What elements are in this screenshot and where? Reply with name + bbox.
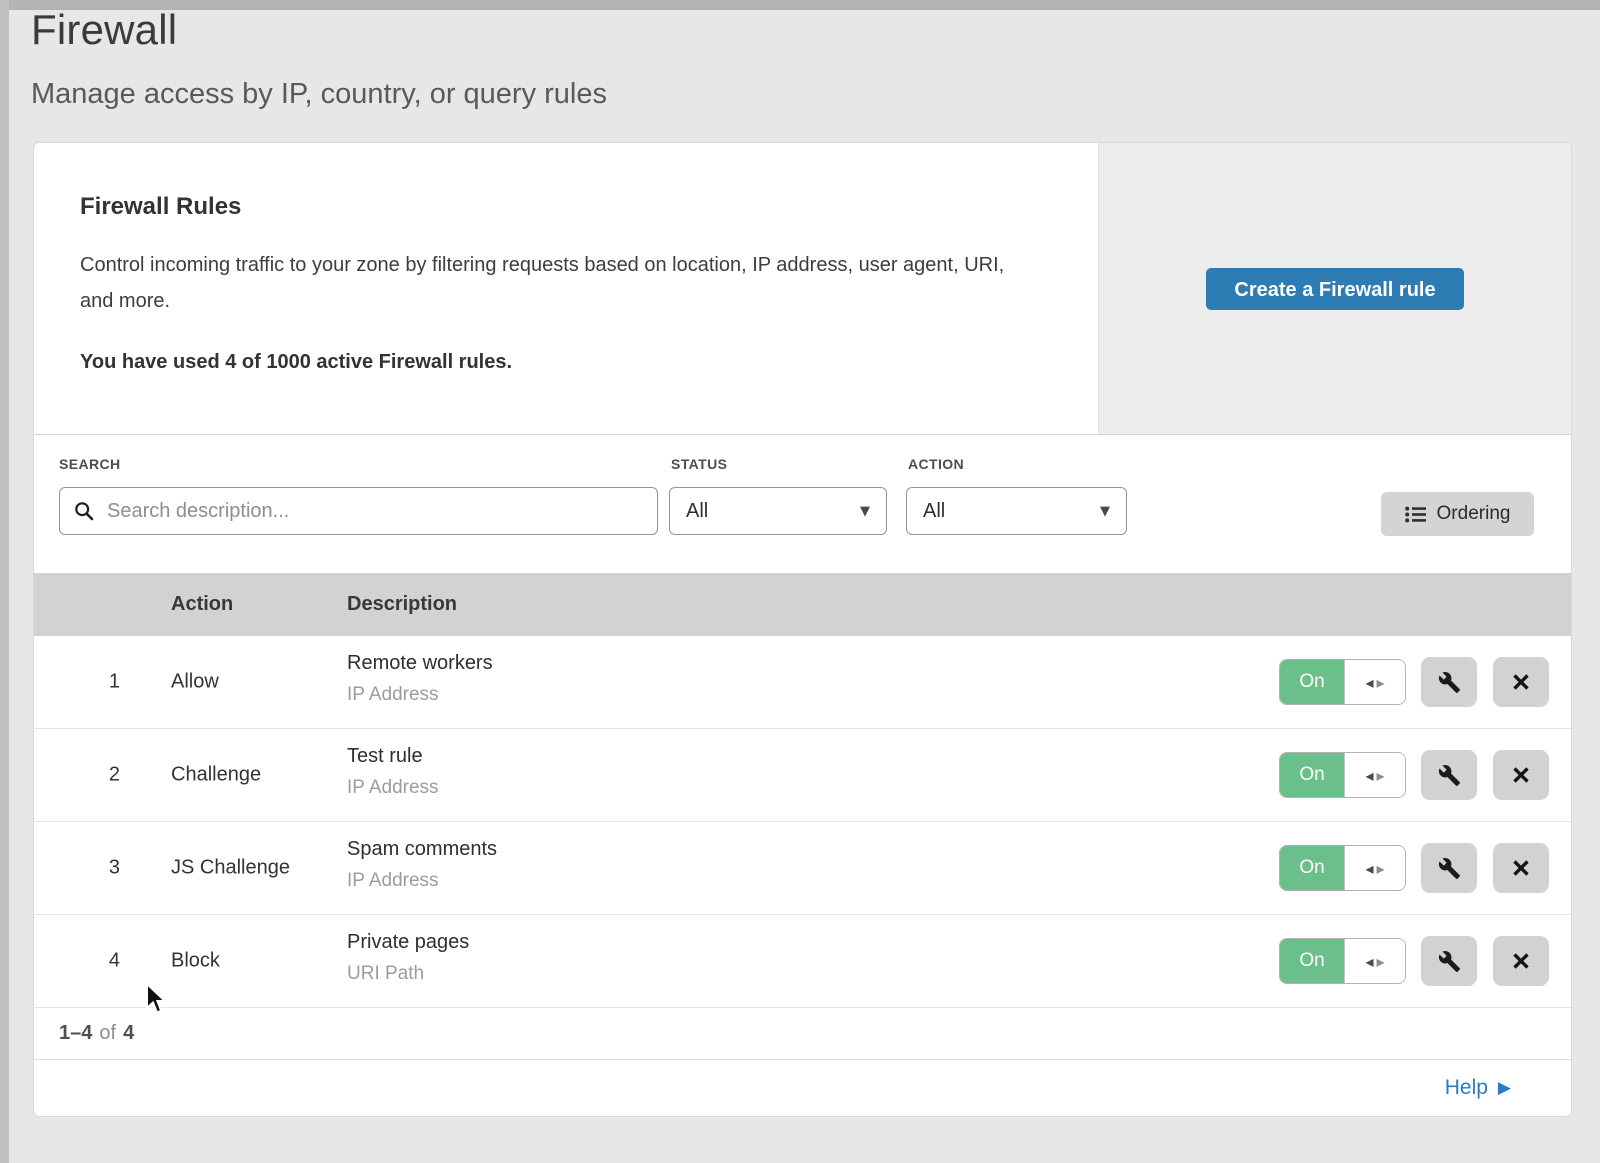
rule-description: Private pages (347, 931, 469, 954)
help-arrow-icon: ▶ (1498, 1078, 1511, 1098)
caret-left-icon: ◂ (1365, 673, 1373, 692)
status-select[interactable]: All ▼ (669, 487, 887, 535)
caret-left-icon: ◂ (1365, 859, 1373, 878)
rule-action: Challenge (171, 764, 261, 787)
chevron-down-icon: ▼ (860, 504, 870, 519)
pagination-total: 4 (123, 1022, 134, 1045)
toggle-handle[interactable]: ◂▸ (1344, 660, 1405, 704)
toggle-on-segment[interactable]: On (1280, 846, 1344, 890)
search-field[interactable] (59, 487, 658, 535)
rule-enable-toggle[interactable]: On ◂▸ (1279, 938, 1406, 984)
caret-right-icon: ▸ (1377, 766, 1385, 785)
column-header-description: Description (347, 593, 457, 616)
toggle-on-segment[interactable]: On (1280, 939, 1344, 983)
rule-number: 3 (94, 857, 120, 880)
wrench-icon (1438, 950, 1461, 973)
rule-description: Remote workers (347, 652, 493, 675)
create-firewall-rule-button[interactable]: Create a Firewall rule (1206, 268, 1463, 310)
rule-action: JS Challenge (171, 857, 290, 880)
search-input[interactable] (105, 499, 643, 524)
rule-match-type: IP Address (347, 870, 497, 892)
toggle-on-segment[interactable]: On (1280, 753, 1344, 797)
table-row: 1 Allow Remote workers IP Address On ◂▸ (34, 636, 1571, 729)
pagination: 1–4 of 4 (34, 1008, 1571, 1060)
caret-left-icon: ◂ (1365, 766, 1373, 785)
chevron-down-icon: ▼ (1100, 504, 1110, 519)
table-row: 2 Challenge Test rule IP Address On ◂▸ (34, 729, 1571, 822)
ordered-list-icon (1405, 506, 1426, 523)
rule-description-cell: Spam comments IP Address (347, 838, 497, 892)
rule-description-cell: Test rule IP Address (347, 745, 439, 799)
edit-rule-button[interactable] (1421, 750, 1477, 800)
wrench-icon (1438, 671, 1461, 694)
window-edge-left (0, 0, 9, 1163)
search-label: SEARCH (59, 456, 121, 472)
edit-rule-button[interactable] (1421, 936, 1477, 986)
close-icon (1511, 672, 1531, 692)
column-header-action: Action (171, 593, 347, 616)
delete-rule-button[interactable] (1493, 936, 1549, 986)
rule-number: 4 (94, 950, 120, 973)
rule-description-cell: Remote workers IP Address (347, 652, 493, 706)
toggle-on-segment[interactable]: On (1280, 660, 1344, 704)
close-icon (1511, 765, 1531, 785)
rule-action: Block (171, 950, 220, 973)
status-label: STATUS (671, 456, 727, 472)
intro-section: Firewall Rules Control incoming traffic … (34, 143, 1571, 434)
rule-number: 1 (94, 671, 120, 694)
caret-left-icon: ◂ (1365, 952, 1373, 971)
table-header-row: Action Description (34, 573, 1571, 636)
pagination-of: of (99, 1022, 116, 1045)
delete-rule-button[interactable] (1493, 843, 1549, 893)
edit-rule-button[interactable] (1421, 657, 1477, 707)
rule-match-type: URI Path (347, 963, 469, 985)
firewall-rules-heading: Firewall Rules (80, 193, 1038, 221)
wrench-icon (1438, 764, 1461, 787)
help-link[interactable]: Help ▶ (1445, 1076, 1511, 1100)
status-select-value: All (686, 500, 708, 523)
help-link-label: Help (1445, 1076, 1488, 1100)
create-rule-panel: Create a Firewall rule (1098, 143, 1571, 434)
action-select-value: All (923, 500, 945, 523)
edit-rule-button[interactable] (1421, 843, 1477, 893)
filters-bar: SEARCH STATUS All ▼ ACTION All ▼ (34, 434, 1571, 573)
action-label: ACTION (908, 456, 964, 472)
rule-action: Allow (171, 671, 219, 694)
wrench-icon (1438, 857, 1461, 880)
rule-match-type: IP Address (347, 684, 493, 706)
rule-match-type: IP Address (347, 777, 439, 799)
search-icon (74, 501, 94, 521)
table-row: 3 JS Challenge Spam comments IP Address … (34, 822, 1571, 915)
ordering-button[interactable]: Ordering (1381, 492, 1534, 536)
caret-right-icon: ▸ (1377, 859, 1385, 878)
action-select[interactable]: All ▼ (906, 487, 1127, 535)
rule-description: Spam comments (347, 838, 497, 861)
toggle-handle[interactable]: ◂▸ (1344, 939, 1405, 983)
table-row: 4 Block Private pages URI Path On ◂▸ (34, 915, 1571, 1008)
delete-rule-button[interactable] (1493, 657, 1549, 707)
caret-right-icon: ▸ (1377, 952, 1385, 971)
card-footer: Help ▶ (34, 1060, 1571, 1115)
firewall-rules-card: Firewall Rules Control incoming traffic … (33, 142, 1572, 1117)
ordering-button-label: Ordering (1437, 503, 1511, 525)
close-icon (1511, 858, 1531, 878)
intro-text-block: Firewall Rules Control incoming traffic … (34, 143, 1098, 434)
rules-description: Control incoming traffic to your zone by… (80, 247, 1030, 319)
page-subtitle: Manage access by IP, country, or query r… (31, 78, 607, 111)
rule-number: 2 (94, 764, 120, 787)
pagination-range: 1–4 (59, 1022, 92, 1045)
page-title: Firewall (31, 6, 607, 54)
rules-usage-count: You have used 4 of 1000 active Firewall … (80, 351, 1038, 374)
rule-enable-toggle[interactable]: On ◂▸ (1279, 659, 1406, 705)
rule-enable-toggle[interactable]: On ◂▸ (1279, 752, 1406, 798)
delete-rule-button[interactable] (1493, 750, 1549, 800)
rule-description-cell: Private pages URI Path (347, 931, 469, 985)
rule-enable-toggle[interactable]: On ◂▸ (1279, 845, 1406, 891)
toggle-handle[interactable]: ◂▸ (1344, 753, 1405, 797)
caret-right-icon: ▸ (1377, 673, 1385, 692)
rule-description: Test rule (347, 745, 439, 768)
toggle-handle[interactable]: ◂▸ (1344, 846, 1405, 890)
close-icon (1511, 951, 1531, 971)
page-header: Firewall Manage access by IP, country, o… (31, 6, 607, 111)
